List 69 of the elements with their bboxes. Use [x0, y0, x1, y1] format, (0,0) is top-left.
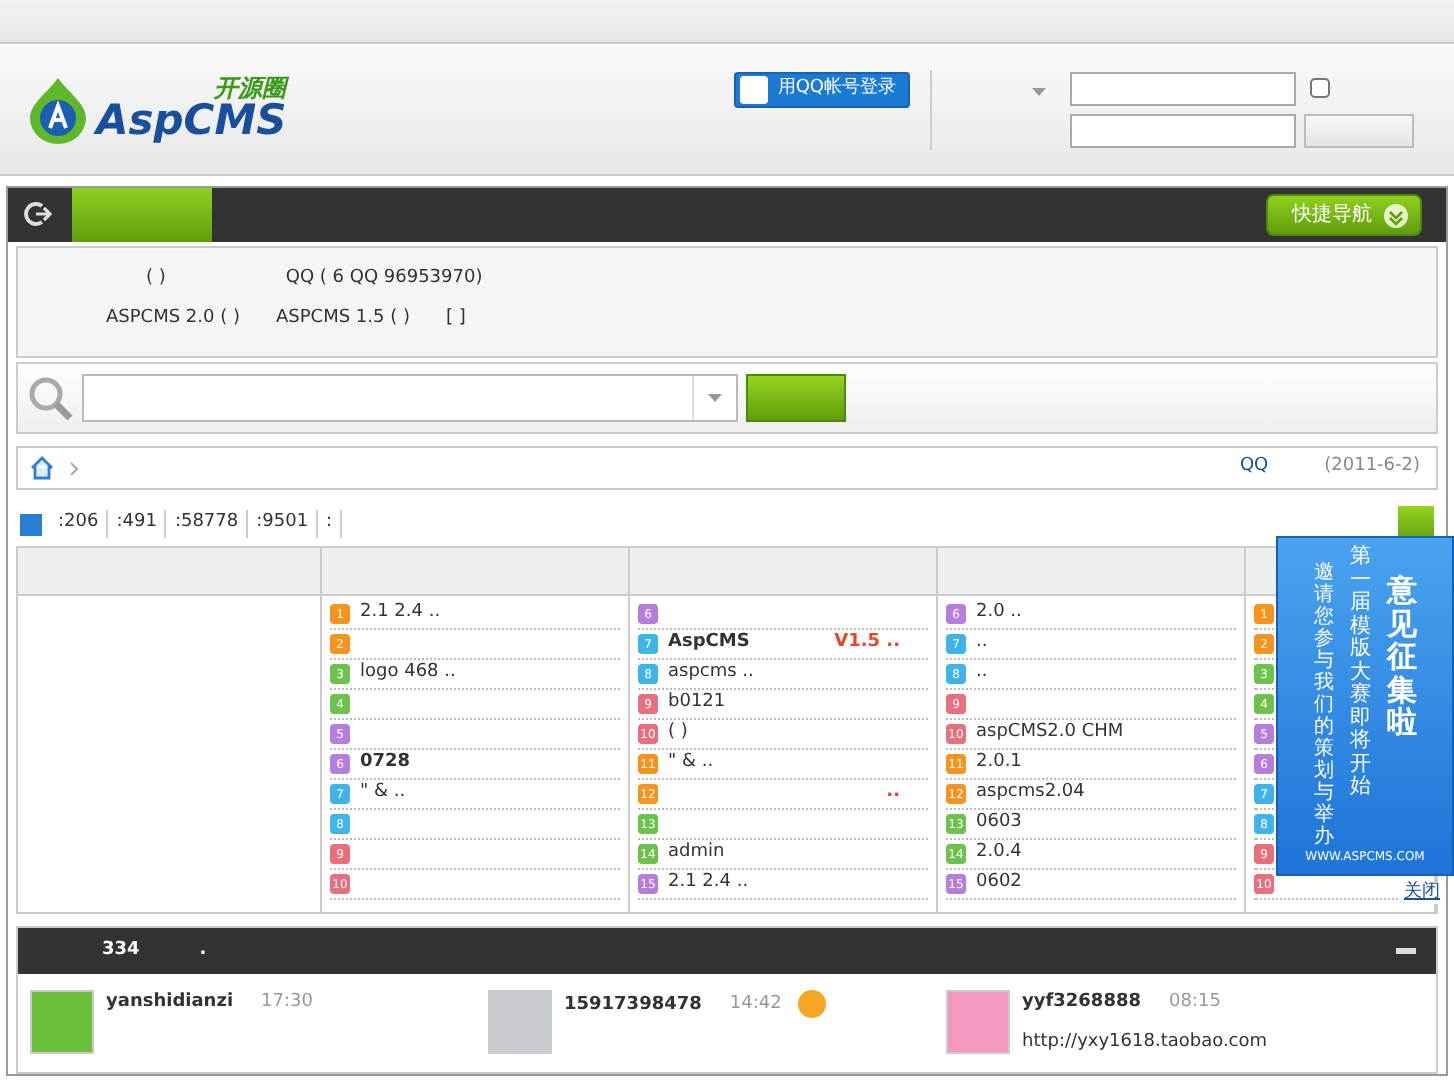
- login-button[interactable]: [1304, 113, 1414, 147]
- avatar-placeholder: [488, 990, 552, 1054]
- list-link[interactable]: admin: [668, 840, 725, 868]
- logo-subtitle: 开源圈: [214, 76, 287, 100]
- chevron-down-icon: [1384, 203, 1408, 227]
- list-link[interactable]: aspcms ..: [668, 660, 754, 688]
- notice-text: QQ ( 6 QQ 96953970): [285, 266, 483, 293]
- close-link[interactable]: 关闭: [1400, 882, 1444, 904]
- list-link[interactable]: 2.0 ..: [976, 600, 1022, 628]
- list-link[interactable]: ..: [976, 630, 988, 658]
- list-link[interactable]: " & ..: [668, 750, 714, 778]
- logo-title: AspCMS: [96, 100, 287, 142]
- feed-title-suffix: .: [199, 937, 207, 964]
- advert-text: 第一届模版大赛即将开始: [1349, 546, 1371, 803]
- chevron-right-icon: [70, 461, 78, 475]
- list-link[interactable]: aspcms2.04: [976, 780, 1085, 808]
- list-link[interactable]: ( ): [668, 720, 688, 748]
- chart-icon: [20, 513, 42, 535]
- post-text: http://yxy1618.taobao.com: [1022, 1029, 1268, 1055]
- post-time: 14:42: [729, 994, 782, 1015]
- post-time: 17:30: [261, 992, 313, 1012]
- notice-text: [ ]: [445, 306, 466, 333]
- avatar-placeholder: [30, 990, 94, 1054]
- feed-title: 334: [102, 937, 140, 964]
- username[interactable]: yyf3268888: [1022, 992, 1141, 1012]
- advert-headline: 意见征集啦: [1386, 574, 1417, 744]
- post-time: 08:15: [1168, 992, 1221, 1012]
- avatar-placeholder: [946, 990, 1010, 1054]
- list-link[interactable]: 0603: [976, 810, 1022, 838]
- stat-text: :58778: [166, 510, 249, 538]
- username[interactable]: 15917398478: [564, 994, 702, 1015]
- username-field[interactable]: [1070, 71, 1296, 105]
- date-text: (2011-6-2): [1324, 454, 1420, 481]
- nav-tab[interactable]: [72, 188, 212, 242]
- password-field[interactable]: [1070, 113, 1296, 147]
- qq-login-button[interactable]: 用QQ帐号登录: [733, 71, 910, 107]
- stat-text: :: [318, 510, 343, 538]
- list-suffix: ..: [886, 780, 900, 807]
- home-icon[interactable]: [30, 456, 54, 480]
- notice-text: ( ): [146, 266, 166, 293]
- list-link[interactable]: 0602: [976, 870, 1022, 898]
- list-link[interactable]: 2.1 2.4 ..: [360, 600, 441, 628]
- remember-checkbox[interactable]: [1310, 78, 1330, 98]
- list-link[interactable]: aspCMS2.0 CHM: [976, 720, 1124, 748]
- list-link[interactable]: 2.1 2.4 ..: [668, 870, 749, 898]
- list-link[interactable]: 0728: [360, 750, 411, 778]
- logo-icon: [28, 75, 88, 143]
- qq-link[interactable]: QQ: [1239, 454, 1269, 482]
- search-icon: [26, 374, 74, 422]
- list-link[interactable]: AspCMS: [668, 630, 750, 658]
- search-field[interactable]: [82, 374, 738, 422]
- stat-text: :491: [108, 510, 167, 538]
- notice-text: ASPCMS 1.5 ( ): [275, 306, 410, 333]
- stat-text: :206: [50, 510, 109, 538]
- list-link[interactable]: 2.0.1: [976, 750, 1022, 778]
- list-link[interactable]: logo 468 ..: [360, 660, 456, 688]
- notice-text: ASPCMS 2.0 ( ): [106, 306, 240, 333]
- list-link[interactable]: " & ..: [360, 780, 406, 808]
- stat-text: :9501: [248, 510, 319, 538]
- dropdown-caret-icon[interactable]: [1032, 87, 1046, 95]
- search-button[interactable]: [746, 374, 846, 422]
- username[interactable]: yanshidianzi: [106, 992, 234, 1012]
- list-suffix: V1.5 ..: [834, 630, 900, 657]
- advert-text: 邀请您参与我们的策划与举办: [1313, 562, 1334, 848]
- dropdown-caret-icon[interactable]: [708, 394, 722, 402]
- list-link[interactable]: ..: [976, 660, 988, 688]
- exit-icon[interactable]: [24, 200, 52, 228]
- list-link[interactable]: 2.0.4: [976, 840, 1022, 868]
- list-link[interactable]: b0121: [668, 690, 726, 718]
